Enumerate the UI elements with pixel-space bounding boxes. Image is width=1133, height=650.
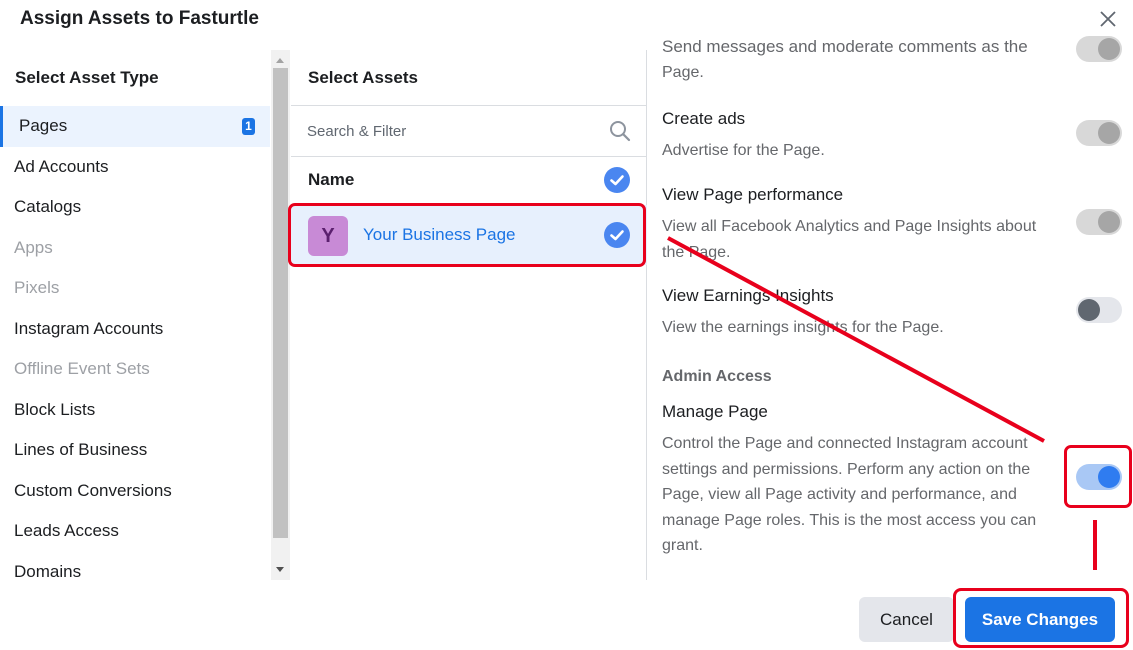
permission-title: Send messages and moderate comments as t… bbox=[662, 37, 1028, 56]
annotation-highlight-save bbox=[953, 588, 1129, 648]
asset-type-custom-conversions[interactable]: Custom Conversions bbox=[0, 471, 270, 512]
permission-desc: View all Facebook Analytics and Page Ins… bbox=[662, 218, 1037, 261]
asset-type-scrollbar[interactable] bbox=[271, 50, 290, 580]
permission-view-performance: View Page performance View all Facebook … bbox=[662, 185, 1042, 265]
asset-type-label: Leads Access bbox=[14, 521, 119, 540]
permission-view-earnings: View Earnings Insights View the earnings… bbox=[662, 286, 1062, 341]
asset-type-offline-event-sets: Offline Event Sets bbox=[0, 349, 270, 390]
asset-type-label: Domains bbox=[14, 561, 82, 581]
scroll-up-icon[interactable] bbox=[276, 58, 284, 63]
search-icon[interactable] bbox=[609, 120, 631, 142]
permission-desc: Control the Page and connected Instagram… bbox=[662, 435, 1037, 554]
asset-type-label: Apps bbox=[14, 237, 53, 257]
permission-desc: View the earnings insights for the Page. bbox=[662, 319, 944, 336]
annotation-highlight-asset bbox=[288, 203, 646, 267]
asset-type-heading: Select Asset Type bbox=[15, 68, 159, 87]
assets-heading: Select Assets bbox=[308, 68, 418, 87]
permission-manage-page: Manage Page Control the Page and connect… bbox=[662, 402, 1068, 559]
scroll-thumb[interactable] bbox=[273, 68, 288, 538]
permission-title: Manage Page bbox=[662, 402, 768, 421]
permission-desc: Page. bbox=[662, 64, 704, 81]
asset-type-block-lists[interactable]: Block Lists bbox=[0, 390, 270, 431]
asset-type-instagram-accounts[interactable]: Instagram Accounts bbox=[0, 309, 270, 350]
asset-type-label: Ad Accounts bbox=[14, 156, 109, 176]
asset-type-panel: Select Asset Type Pages 1 Ad Accounts Ca… bbox=[0, 50, 270, 580]
asset-type-label: Instagram Accounts bbox=[14, 318, 164, 338]
permission-title: View Earnings Insights bbox=[662, 286, 834, 305]
admin-access-heading: Admin Access bbox=[662, 368, 772, 385]
permission-desc: Advertise for the Page. bbox=[662, 142, 825, 159]
view-performance-toggle bbox=[1076, 209, 1122, 235]
asset-type-label: Catalogs bbox=[14, 197, 82, 216]
asset-type-leads-access[interactable]: Leads Access bbox=[0, 511, 270, 552]
asset-type-ad-accounts[interactable]: Ad Accounts bbox=[0, 147, 270, 188]
asset-type-label: Custom Conversions bbox=[14, 480, 172, 500]
count-badge: 1 bbox=[242, 118, 255, 135]
asset-type-label: Pixels bbox=[14, 278, 60, 297]
asset-type-label: Block Lists bbox=[14, 399, 96, 419]
select-all-checkbox[interactable] bbox=[604, 167, 630, 193]
permission-title: View Page performance bbox=[662, 185, 844, 204]
assets-panel: Select Assets Name Y Your Business Page bbox=[291, 50, 647, 580]
search-input[interactable] bbox=[291, 106, 591, 156]
name-column-header: Name bbox=[308, 170, 355, 189]
asset-type-label: Offline Event Sets bbox=[14, 359, 150, 378]
annotation-highlight-toggle bbox=[1064, 445, 1132, 508]
asset-type-catalogs[interactable]: Catalogs bbox=[0, 187, 270, 228]
view-earnings-toggle[interactable] bbox=[1076, 297, 1122, 323]
permissions-panel: Send messages and moderate comments as t… bbox=[648, 28, 1133, 580]
permission-create-ads: Create ads Advertise for the Page. bbox=[662, 109, 1062, 164]
asset-type-pixels: Pixels bbox=[0, 268, 270, 309]
search-row bbox=[291, 105, 647, 157]
dialog-title: Assign Assets to Fasturtle bbox=[20, 8, 259, 29]
cancel-button[interactable]: Cancel bbox=[859, 597, 954, 642]
asset-type-label: Pages bbox=[19, 116, 68, 135]
asset-type-pages[interactable]: Pages 1 bbox=[0, 106, 270, 147]
asset-type-list: Pages 1 Ad Accounts Catalogs Apps Pixels… bbox=[0, 106, 270, 580]
asset-type-domains[interactable]: Domains bbox=[0, 552, 270, 581]
asset-type-apps: Apps bbox=[0, 228, 270, 269]
scroll-down-icon[interactable] bbox=[276, 567, 284, 572]
permission-title: Create ads bbox=[662, 109, 746, 128]
asset-type-label: Lines of Business bbox=[14, 440, 148, 459]
asset-type-lines-of-business[interactable]: Lines of Business bbox=[0, 430, 270, 471]
check-icon bbox=[610, 175, 624, 186]
permission-toggle bbox=[1076, 36, 1122, 62]
create-ads-toggle bbox=[1076, 120, 1122, 146]
